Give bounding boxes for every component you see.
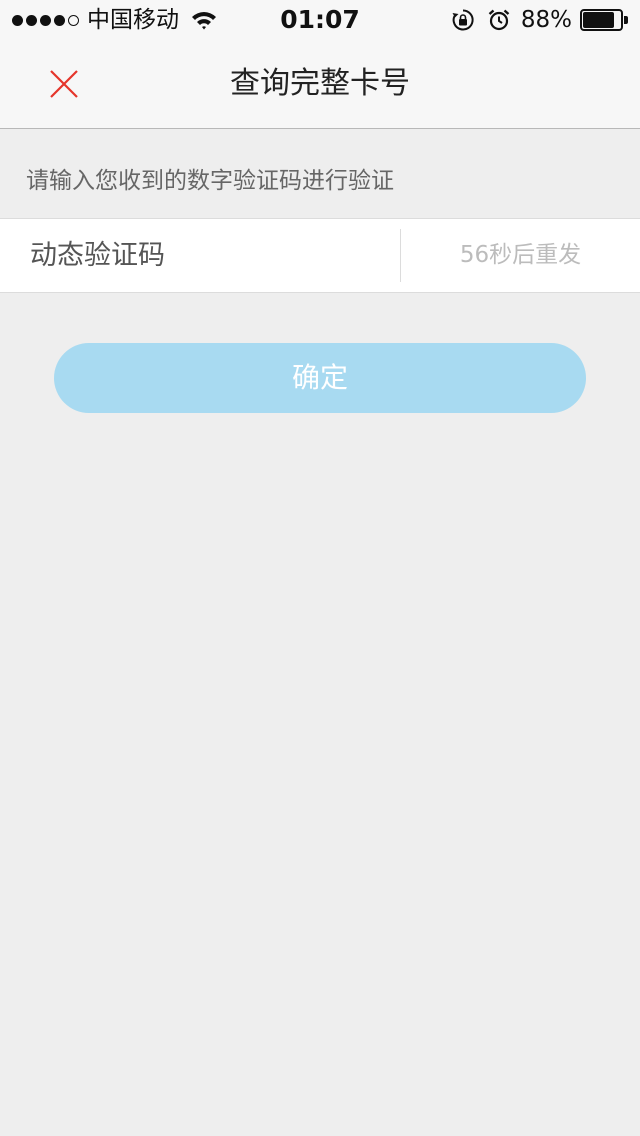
navigation-bar: 查询完整卡号 [0, 40, 640, 129]
battery-icon [580, 9, 628, 31]
rotation-lock-icon [452, 9, 474, 31]
battery-fill [583, 12, 614, 28]
status-right: 88% [451, 6, 628, 34]
confirm-button[interactable]: 确定 [54, 343, 586, 413]
resend-countdown[interactable]: 56秒后重发 [401, 219, 640, 292]
battery-percent: 88% [520, 7, 572, 33]
verification-code-input[interactable] [30, 219, 390, 292]
close-icon [50, 70, 78, 98]
battery-tip [624, 16, 628, 24]
alarm-icon [488, 9, 510, 31]
status-bar: 中国移动 01:07 88% [0, 0, 640, 40]
close-button[interactable] [40, 62, 88, 106]
verification-code-row: 56秒后重发 [0, 218, 640, 293]
page-title: 查询完整卡号 [230, 66, 410, 101]
instruction-text: 请输入您收到的数字验证码进行验证 [26, 168, 394, 194]
